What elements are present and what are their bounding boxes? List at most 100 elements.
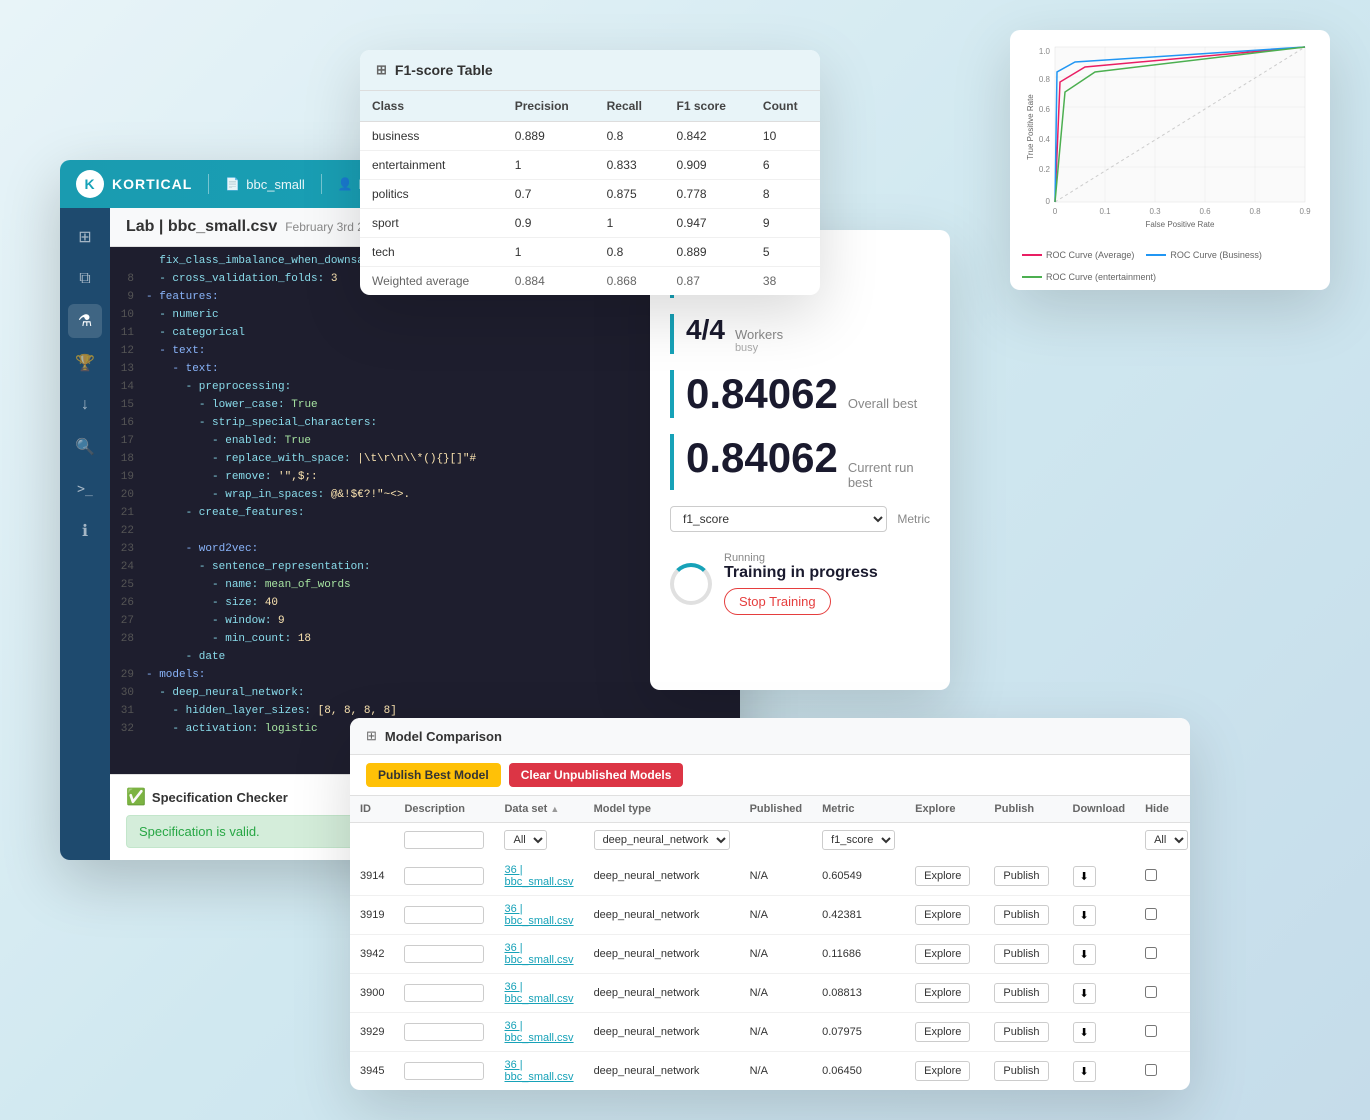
- f1-precision: 0.884: [503, 267, 595, 296]
- download-button[interactable]: ⬇: [1073, 1061, 1096, 1082]
- f1-class: sport: [360, 209, 503, 238]
- sidebar-item-trophy[interactable]: 🏆: [68, 346, 102, 380]
- svg-text:0.2: 0.2: [1039, 165, 1051, 174]
- download-button[interactable]: ⬇: [1073, 905, 1096, 926]
- sidebar-item-layers[interactable]: ⊞: [68, 220, 102, 254]
- hide-filter[interactable]: All: [1145, 830, 1188, 850]
- header-tab-file1[interactable]: 📄 bbc_small: [225, 177, 304, 192]
- mc-table-row: 3919 36 | bbc_small.csv deep_neural_netw…: [350, 896, 1190, 935]
- sidebar-item-search[interactable]: 🔍: [68, 430, 102, 464]
- training-status-area: Running Training in progress Stop Traini…: [670, 552, 930, 615]
- svg-text:0.4: 0.4: [1039, 135, 1051, 144]
- table-icon: ⊞: [376, 62, 387, 78]
- hide-checkbox[interactable]: [1145, 1064, 1157, 1076]
- dataset-link[interactable]: 36 | bbc_small.csv: [504, 864, 573, 888]
- desc-input[interactable]: [404, 1062, 484, 1080]
- col-recall: Recall: [595, 91, 665, 122]
- mc-hide-cell: [1135, 1013, 1190, 1052]
- code-line: 22: [110, 525, 740, 543]
- running-label: Running: [724, 552, 878, 564]
- f1-table-title: F1-score Table: [395, 62, 493, 78]
- code-line: 30 - deep_neural_network:: [110, 687, 740, 705]
- dataset-link[interactable]: 36 | bbc_small.csv: [504, 903, 573, 927]
- publish-button[interactable]: Publish: [994, 1061, 1048, 1081]
- svg-text:False Positive Rate: False Positive Rate: [1146, 220, 1215, 229]
- explore-button[interactable]: Explore: [915, 905, 970, 925]
- metric-filter[interactable]: f1_score: [822, 830, 895, 850]
- publish-button[interactable]: Publish: [994, 983, 1048, 1003]
- f1-recall: 0.868: [595, 267, 665, 296]
- publish-button[interactable]: Publish: [994, 944, 1048, 964]
- mc-hide-cell: [1135, 935, 1190, 974]
- mc-metric-val: 0.11686: [812, 935, 905, 974]
- mc-explore-cell: Explore: [905, 935, 984, 974]
- sidebar-item-info[interactable]: ℹ: [68, 514, 102, 548]
- mc-id: 3942: [350, 935, 394, 974]
- f1-recall: 0.8: [595, 238, 665, 267]
- dataset-filter[interactable]: All: [504, 830, 547, 850]
- mc-download-cell: ⬇: [1063, 1013, 1136, 1052]
- code-line: 19 - remove: '",$;:: [110, 471, 740, 489]
- hide-checkbox[interactable]: [1145, 1025, 1157, 1037]
- mc-explore-cell: Explore: [905, 974, 984, 1013]
- description-filter[interactable]: [404, 831, 484, 849]
- desc-input[interactable]: [404, 1023, 484, 1041]
- f1-class: Weighted average: [360, 267, 503, 296]
- publish-button[interactable]: Publish: [994, 1022, 1048, 1042]
- f1-class: business: [360, 122, 503, 151]
- f1-precision: 0.889: [503, 122, 595, 151]
- desc-input[interactable]: [404, 945, 484, 963]
- download-button[interactable]: ⬇: [1073, 1022, 1096, 1043]
- desc-input[interactable]: [404, 867, 484, 885]
- workers-label: Workers: [735, 327, 783, 342]
- roc-svg: 0 0.2 0.4 0.6 0.8 1.0 0 0.1 0.3 0.6 0.8 …: [1022, 42, 1318, 232]
- dataset-link[interactable]: 36 | bbc_small.csv: [504, 1020, 573, 1044]
- metric-select[interactable]: f1_score accuracy precision recall: [670, 506, 887, 532]
- explore-button[interactable]: Explore: [915, 1061, 970, 1081]
- explore-button[interactable]: Explore: [915, 866, 970, 886]
- current-run-best-label: Current run best: [848, 460, 930, 490]
- f1-recall: 0.875: [595, 180, 665, 209]
- filter-modeltype: deep_neural_network: [584, 823, 740, 858]
- hide-checkbox[interactable]: [1145, 908, 1157, 920]
- f1-f1score: 0.947: [665, 209, 751, 238]
- download-button[interactable]: ⬇: [1073, 983, 1096, 1004]
- mc-metric-val: 0.42381: [812, 896, 905, 935]
- hide-checkbox[interactable]: [1145, 947, 1157, 959]
- desc-input[interactable]: [404, 906, 484, 924]
- sidebar-item-download[interactable]: ↓: [68, 388, 102, 422]
- training-panel: 4 Train workers 4/4 Workers busy 0.84062…: [650, 230, 950, 690]
- explore-button[interactable]: Explore: [915, 1022, 970, 1042]
- explore-button[interactable]: Explore: [915, 983, 970, 1003]
- mc-hide-cell: [1135, 896, 1190, 935]
- current-run-best-stat: 0.84062 Current run best: [670, 434, 930, 490]
- f1-table-row: tech 1 0.8 0.889 5: [360, 238, 820, 267]
- publish-button[interactable]: Publish: [994, 905, 1048, 925]
- training-in-progress-text: Training in progress: [724, 564, 878, 582]
- dataset-link[interactable]: 36 | bbc_small.csv: [504, 1059, 573, 1083]
- code-line: 23 - word2vec:: [110, 543, 740, 561]
- publish-button[interactable]: Publish: [994, 866, 1048, 886]
- publish-best-button[interactable]: Publish Best Model: [366, 763, 501, 787]
- clear-unpublished-button[interactable]: Clear Unpublished Models: [509, 763, 684, 787]
- sidebar-item-pages[interactable]: ⧉: [68, 262, 102, 296]
- logo-area: K KORTICAL: [76, 170, 192, 198]
- code-editor[interactable]: fix_class_imbalance_when_downsampling: F…: [110, 247, 740, 774]
- mc-id: 3929: [350, 1013, 394, 1052]
- stop-training-button[interactable]: Stop Training: [724, 588, 831, 615]
- dataset-link[interactable]: 36 | bbc_small.csv: [504, 942, 573, 966]
- download-button[interactable]: ⬇: [1073, 944, 1096, 965]
- hide-checkbox[interactable]: [1145, 869, 1157, 881]
- sidebar-item-lab[interactable]: ⚗: [68, 304, 102, 338]
- code-line: 29 - models:: [110, 669, 740, 687]
- sidebar-item-terminal[interactable]: >_: [68, 472, 102, 506]
- modeltype-filter[interactable]: deep_neural_network: [594, 830, 730, 850]
- dataset-link[interactable]: 36 | bbc_small.csv: [504, 981, 573, 1005]
- overall-best-value: 0.84062: [686, 370, 838, 418]
- explore-button[interactable]: Explore: [915, 944, 970, 964]
- hide-checkbox[interactable]: [1145, 986, 1157, 998]
- download-button[interactable]: ⬇: [1073, 866, 1096, 887]
- desc-input[interactable]: [404, 984, 484, 1002]
- filter-dataset: All: [494, 823, 583, 858]
- file-icon: 📄: [225, 177, 240, 191]
